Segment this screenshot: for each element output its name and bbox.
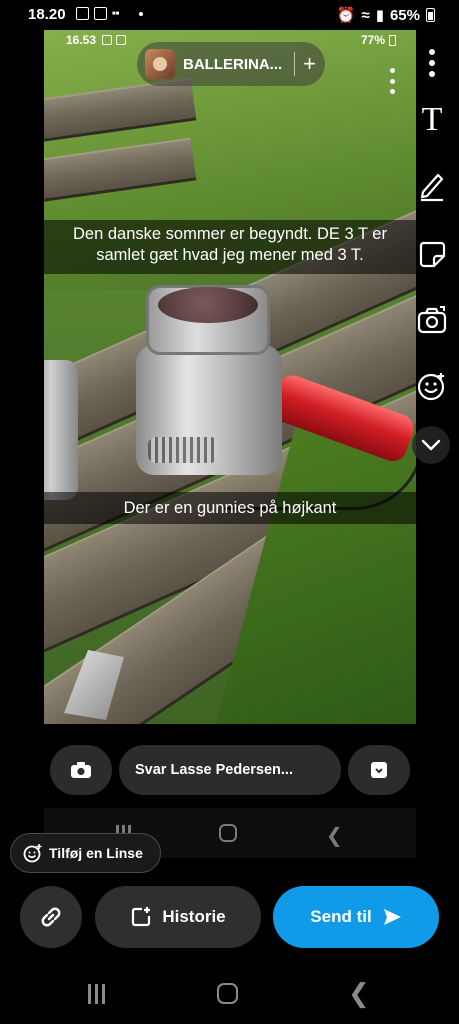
snap-preview[interactable]: Den danske sommer er begyndt. DE 3 T er … — [44, 30, 416, 724]
battery-icon — [426, 8, 435, 22]
caption-bottom[interactable]: Der er en gunnies på højkant — [44, 492, 416, 524]
story-home-icon — [219, 824, 237, 842]
story-battery-icon — [389, 34, 396, 46]
story-battery-percent: 77% — [360, 33, 385, 47]
caption-top[interactable]: Den danske sommer er begyndt. DE 3 T er … — [44, 220, 416, 274]
wifi-icon: ≈ — [361, 6, 370, 24]
snap-photo — [44, 30, 416, 724]
home-icon[interactable] — [217, 983, 238, 1004]
add-to-story-button[interactable]: Historie — [95, 886, 261, 948]
reply-input[interactable]: Svar Lasse Pedersen... — [119, 745, 341, 795]
reply-sticker-button[interactable] — [348, 745, 410, 795]
system-nav-bar: ❮ — [0, 964, 459, 1024]
system-indicators: ⏰ ≈ ▮ 65% — [337, 6, 435, 24]
smile-plus-icon — [23, 844, 42, 863]
camera-tool-icon[interactable] — [412, 300, 452, 340]
story-plus-icon — [132, 907, 151, 927]
more-notifications-icon — [139, 11, 143, 16]
gallery-icon — [94, 7, 107, 20]
send-to-button[interactable]: Send til — [273, 886, 439, 948]
story-mail-icon — [102, 35, 112, 45]
alarm-icon: ⏰ — [336, 7, 356, 24]
temu-icon: ■■ — [112, 10, 120, 17]
story-back-icon: ❮ — [326, 825, 343, 847]
sticker-icon — [371, 762, 387, 778]
sticker-tool-icon[interactable] — [412, 234, 452, 274]
reply-camera-button[interactable] — [50, 745, 112, 795]
story-status-time: 16.53 — [66, 33, 97, 47]
text-tool-icon[interactable]: T — [412, 100, 452, 140]
battery-percent: 65% — [389, 6, 420, 24]
story-notification-icons — [102, 35, 126, 45]
add-to-story-label: Historie — [162, 907, 226, 926]
header-divider — [294, 52, 296, 76]
status-bar: 18.20 ■■ ⏰ ≈ ▮ 65% — [0, 0, 459, 30]
story-indicators: 77% — [361, 33, 396, 47]
status-time: 18.20 — [28, 6, 66, 23]
add-lens-button[interactable]: Tilføj en Linse — [10, 833, 161, 873]
chevron-down-icon[interactable] — [412, 426, 450, 464]
recents-icon[interactable] — [88, 984, 105, 1004]
send-to-label: Send til — [310, 907, 372, 926]
stove-vent — [148, 437, 218, 463]
story-gallery-icon — [116, 35, 126, 45]
recipient-avatar[interactable] — [145, 49, 175, 79]
link-icon — [41, 907, 61, 927]
recipient-header[interactable]: BALLERINA... + — [137, 42, 325, 86]
send-arrow-icon — [383, 909, 401, 925]
lens-tool-icon[interactable] — [412, 366, 452, 406]
add-recipient-button[interactable]: + — [303, 53, 316, 75]
mail-icon — [76, 7, 89, 20]
signal-icon: ▮ — [375, 7, 384, 24]
story-options-icon[interactable] — [390, 68, 396, 94]
draw-tool-icon[interactable] — [412, 166, 452, 206]
notification-icons: ■■ — [76, 7, 143, 20]
reply-bar: Svar Lasse Pedersen... — [50, 745, 410, 795]
photo-stove — [136, 285, 282, 495]
camera-icon — [71, 762, 91, 778]
stove-food — [158, 287, 258, 323]
add-lens-label: Tilføj en Linse — [49, 845, 143, 861]
link-button[interactable] — [20, 886, 82, 948]
back-icon[interactable]: ❮ — [348, 978, 370, 1009]
recipient-name[interactable]: BALLERINA... — [183, 56, 282, 73]
photo-pot — [44, 360, 78, 500]
more-tools-icon[interactable] — [412, 46, 452, 80]
